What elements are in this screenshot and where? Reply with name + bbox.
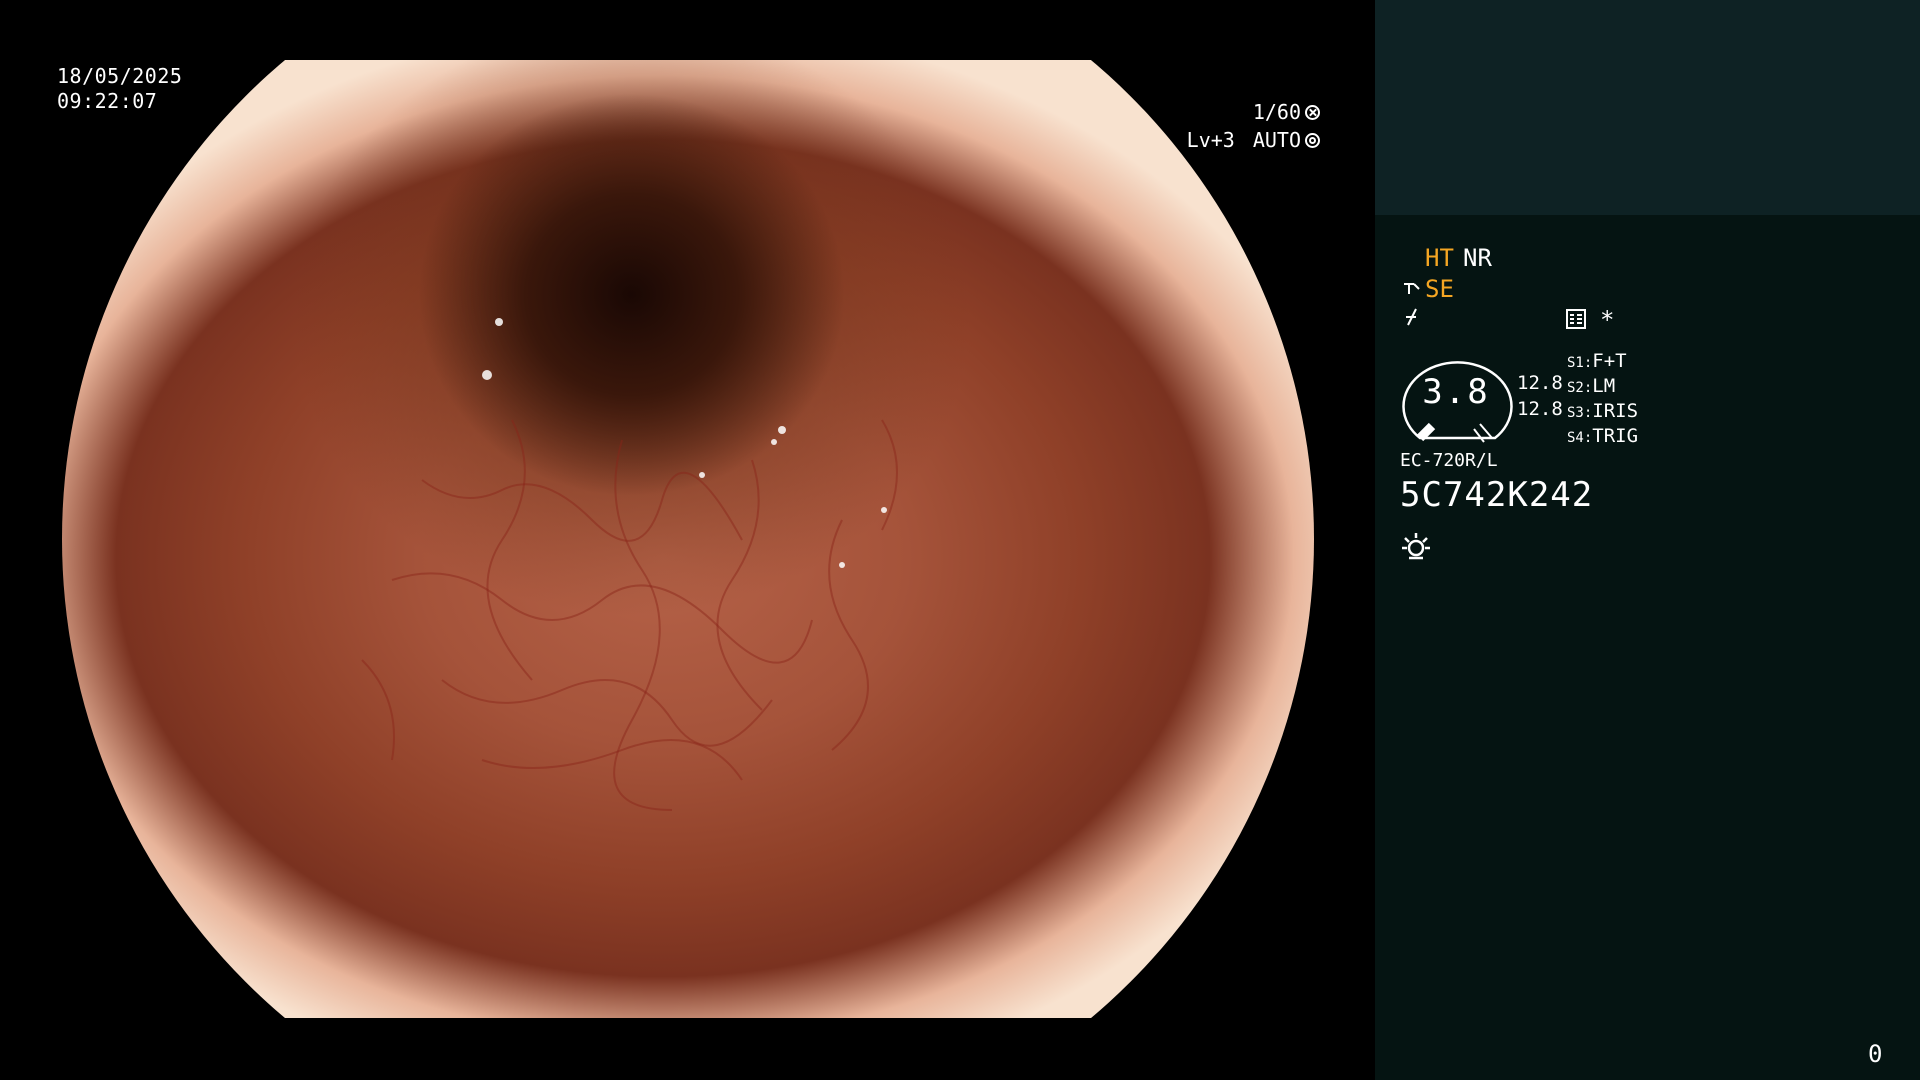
gauge-sub-value-1: 12.8: [1517, 372, 1563, 394]
gauge-sub-value-2: 12.8: [1517, 398, 1563, 420]
level-value: Lv+3: [1186, 128, 1235, 152]
mode-value: AUTO: [1252, 128, 1301, 152]
scope-model: EC-720R/L: [1400, 450, 1498, 471]
switch-item: S1:F+T: [1567, 350, 1627, 372]
scope-serial: 5C742K242: [1400, 475, 1594, 515]
shutter-value: 1/60: [1252, 100, 1301, 124]
image-counter: 0: [1868, 1040, 1883, 1068]
info-panel-header: [1375, 0, 1920, 215]
switch-assignments: S1:F+T S2:LM S3:IRIS S4:TRIG: [1567, 350, 1638, 450]
nr-label: NR: [1463, 244, 1492, 272]
osd-shutter: 1/60: [1253, 100, 1320, 124]
auto-iris-icon: [1305, 132, 1320, 148]
asterisk-indicator: *: [1600, 306, 1615, 334]
shutter-icon: [1305, 104, 1320, 120]
light-icon: [1402, 533, 1430, 560]
osd-time: 09:22:07: [57, 89, 158, 113]
se-label: SE: [1425, 275, 1454, 303]
switch-item: S4:TRIG: [1567, 425, 1639, 447]
osd-level: Lv+3 AUTO: [1187, 128, 1320, 152]
menu-grid-icon: [1566, 309, 1586, 329]
switch-item: S3:IRIS: [1567, 400, 1639, 422]
freeze-icon: [1406, 308, 1417, 326]
ht-label: HT: [1425, 244, 1454, 272]
switch-item: S2:LM: [1567, 375, 1616, 397]
scope-icon: [1404, 283, 1420, 294]
osd-date: 18/05/2025: [57, 64, 183, 88]
gauge-value: 3.8: [1422, 372, 1490, 412]
endoscope-viewport: 18/05/2025 09:22:07 1/60 Lv+3 AUTO: [0, 0, 1375, 1080]
info-panel: [1375, 215, 1920, 1080]
vascular-pattern: [62, 60, 1314, 1018]
